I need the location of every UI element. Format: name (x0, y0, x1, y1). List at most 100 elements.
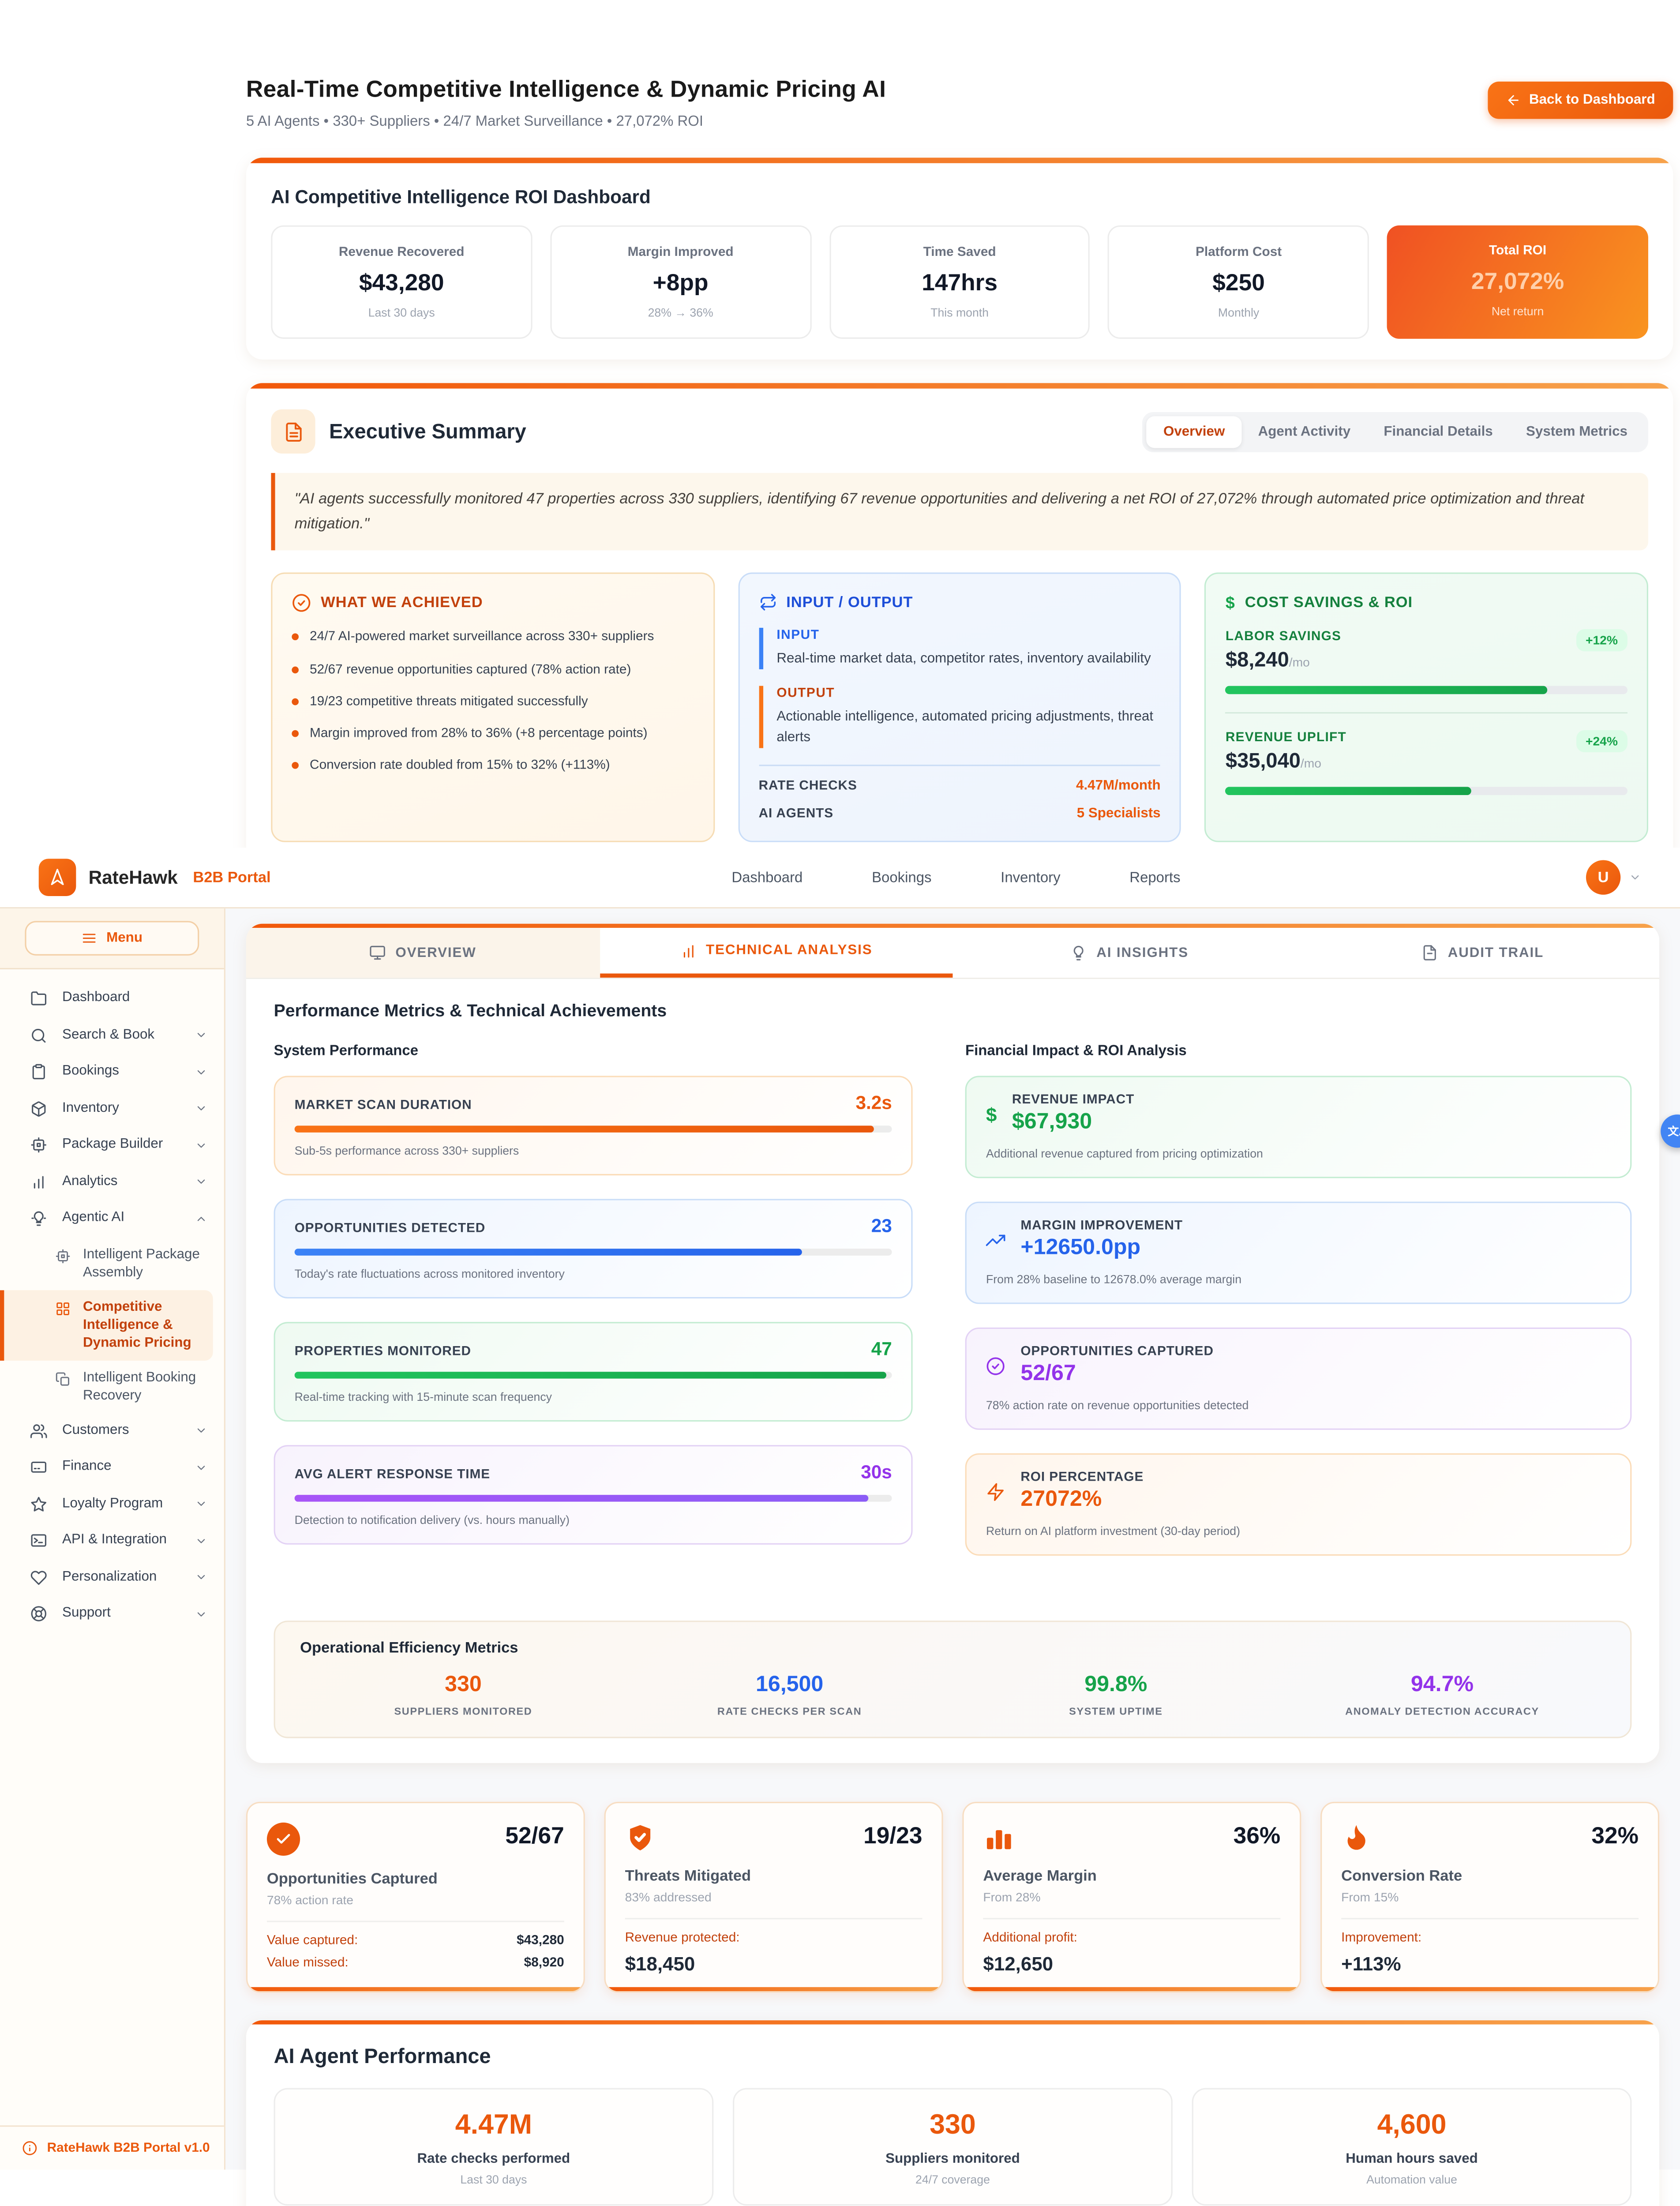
sidebar-subitem-intelligent-package-assembly[interactable]: Intelligent Package Assembly (0, 1237, 224, 1290)
tab-agent-activity[interactable]: Agent Activity (1241, 416, 1367, 447)
stat-caption: Last 30 days (281, 306, 522, 319)
page-subtitle: 5 AI Agents • 330+ Suppliers • 24/7 Mark… (246, 113, 886, 130)
output-label: OUTPUT (776, 686, 1160, 701)
sidebar-subitem-competitive-intelligence[interactable]: Competitive Intelligence & Dynamic Prici… (0, 1290, 213, 1360)
back-to-dashboard-button[interactable]: Back to Dashboard (1488, 82, 1673, 119)
value-missed-row: Value missed:$8,920 (267, 1955, 564, 1970)
input-label: INPUT (776, 628, 1160, 643)
agent-stat-suppliers: 330 Suppliers monitored 24/7 coverage (733, 2088, 1173, 2206)
app-root: Real-Time Competitive Intelligence & Dyn… (0, 0, 1680, 2169)
lightbulb-icon (30, 1210, 47, 1227)
executive-summary-quote: "AI agents successfully monitored 47 pro… (271, 473, 1648, 551)
financial-impact-column: Financial Impact & ROI Analysis $ REVENU… (965, 1043, 1631, 1579)
value-captured-row: Value captured:$43,280 (267, 1933, 564, 1948)
top-section: Real-Time Competitive Intelligence & Dyn… (0, 0, 1680, 848)
search-icon (30, 1027, 47, 1044)
perf-card-opportunities-detected: OPPORTUNITIES DETECTED23 Today's rate fl… (274, 1199, 913, 1298)
revenue-uplift-block: REVENUE UPLIFT $35,040/mo +24% (1226, 731, 1628, 795)
tab-overview[interactable]: Overview (1147, 416, 1241, 447)
tab-ai-insights[interactable]: AI INSIGHTS (952, 928, 1306, 978)
metric-anomaly-accuracy: 94.7% ANOMALY DETECTION ACCURACY (1279, 1673, 1605, 1717)
sidebar-item-customers[interactable]: Customers (0, 1413, 224, 1449)
summary-card-threats: 19/23 Threats Mitigated 83% addressed Re… (604, 1802, 943, 1993)
achievement-item: 52/67 revenue opportunities captured (78… (292, 660, 694, 679)
nav-link-bookings[interactable]: Bookings (872, 869, 931, 886)
divider (1341, 1918, 1639, 1919)
brand[interactable]: RateHawk B2B Portal (39, 859, 271, 896)
stat-value: 27,072% (1395, 268, 1640, 296)
tab-overview[interactable]: OVERVIEW (246, 928, 600, 978)
translate-icon: 文A (1668, 1124, 1680, 1139)
fin-card-opportunities-captured: OPPORTUNITIES CAPTURED52/67 78% action r… (965, 1328, 1631, 1430)
sidebar-item-dashboard[interactable]: Dashboard (0, 980, 224, 1017)
bullet-dot (292, 634, 299, 641)
sidebar-item-analytics[interactable]: Analytics (0, 1163, 224, 1200)
chevron-down-icon (195, 1571, 207, 1583)
tab-system-metrics[interactable]: System Metrics (1509, 416, 1644, 447)
stat-caption: 28% → 36% (560, 306, 802, 319)
progress-bar (295, 1126, 892, 1133)
nav-link-dashboard[interactable]: Dashboard (731, 869, 802, 886)
life-ring-icon (30, 1606, 47, 1623)
sidebar-item-package-builder[interactable]: Package Builder (0, 1127, 224, 1163)
what-we-achieved-card: WHAT WE ACHIEVED 24/7 AI-powered market … (271, 573, 714, 842)
sidebar-item-inventory[interactable]: Inventory (0, 1090, 224, 1127)
sidebar-item-search-book[interactable]: Search & Book (0, 1017, 224, 1054)
stat-time-saved: Time Saved 147hrs This month (829, 225, 1090, 339)
tab-technical-analysis[interactable]: TECHNICAL ANALYSIS (600, 928, 953, 978)
executive-summary-tabs: Overview Agent Activity Financial Detail… (1143, 411, 1648, 451)
labor-savings-value: $8,240/mo (1226, 649, 1341, 672)
fin-card-revenue-impact: $ REVENUE IMPACT$67,930 Additional reven… (965, 1076, 1631, 1178)
grid-icon (55, 1301, 70, 1316)
bar-chart-icon (680, 942, 697, 959)
content-region: Menu Dashboard Search & Book Bookings (0, 908, 1680, 2169)
agent-stat-hours-saved: 4,600 Human hours saved Automation value (1192, 2088, 1632, 2206)
summary-cards-row: 52/67 Opportunities Captured 78% action … (246, 1802, 1659, 1993)
sidebar-item-support[interactable]: Support (0, 1596, 224, 1632)
sidebar-item-personalization[interactable]: Personalization (0, 1559, 224, 1596)
fin-card-margin-improvement: MARGIN IMPROVEMENT+12650.0pp From 28% ba… (965, 1202, 1631, 1304)
file-text-icon (1421, 945, 1438, 961)
cpu-icon (55, 1248, 70, 1263)
brand-suffix: B2B Portal (193, 869, 270, 886)
credit-card-icon (30, 1459, 47, 1476)
tab-audit-trail[interactable]: AUDIT TRAIL (1306, 928, 1659, 978)
summary-card-conversion: 32% Conversion Rate From 15% Improvement… (1320, 1802, 1659, 1993)
lightbulb-icon (1070, 945, 1087, 961)
avatar[interactable]: U (1586, 860, 1620, 894)
sidebar-item-loyalty-program[interactable]: Loyalty Program (0, 1486, 224, 1523)
executive-summary-title: Executive Summary (329, 420, 526, 443)
nav-link-reports[interactable]: Reports (1129, 869, 1180, 886)
chevron-down-icon (195, 1498, 207, 1510)
roi-stat-row: Revenue Recovered $43,280 Last 30 days M… (271, 225, 1648, 339)
user-menu[interactable]: U (1586, 860, 1641, 894)
heart-icon (30, 1569, 47, 1586)
nav-link-inventory[interactable]: Inventory (1001, 869, 1060, 886)
stat-value: +8pp (560, 270, 802, 297)
progress-bar (295, 1495, 892, 1502)
sidebar-item-finance[interactable]: Finance (0, 1449, 224, 1486)
tab-financial-details[interactable]: Financial Details (1367, 416, 1510, 447)
chevron-down-icon (1629, 871, 1641, 884)
menu-toggle-button[interactable]: Menu (25, 921, 199, 955)
labor-savings-block: LABOR SAVINGS $8,240/mo +12% (1226, 630, 1628, 694)
chevron-down-icon (195, 1066, 207, 1078)
back-button-label: Back to Dashboard (1529, 93, 1655, 108)
system-performance-heading: System Performance (274, 1043, 913, 1059)
stat-value: $250 (1118, 270, 1360, 297)
sidebar-item-agentic-ai[interactable]: Agentic AI (0, 1200, 224, 1237)
revenue-uplift-value: $35,040/mo (1226, 750, 1346, 773)
sidebar-item-bookings[interactable]: Bookings (0, 1054, 224, 1090)
perf-card-market-scan: MARKET SCAN DURATION3.2s Sub-5s performa… (274, 1076, 913, 1175)
brand-name: RateHawk (89, 867, 178, 888)
sidebar-subitem-intelligent-booking-recovery[interactable]: Intelligent Booking Recovery (0, 1360, 224, 1412)
divider (625, 1918, 922, 1919)
bullet-dot (292, 666, 299, 673)
roi-dashboard-card: AI Competitive Intelligence ROI Dashboar… (246, 158, 1673, 360)
divider (267, 1921, 564, 1922)
metric-rate-checks: 16,500 RATE CHECKS PER SCAN (626, 1673, 953, 1717)
star-icon (30, 1496, 47, 1512)
sidebar-item-api-integration[interactable]: API & Integration (0, 1523, 224, 1559)
folder-icon (30, 990, 47, 1007)
stat-revenue-recovered: Revenue Recovered $43,280 Last 30 days (271, 225, 532, 339)
